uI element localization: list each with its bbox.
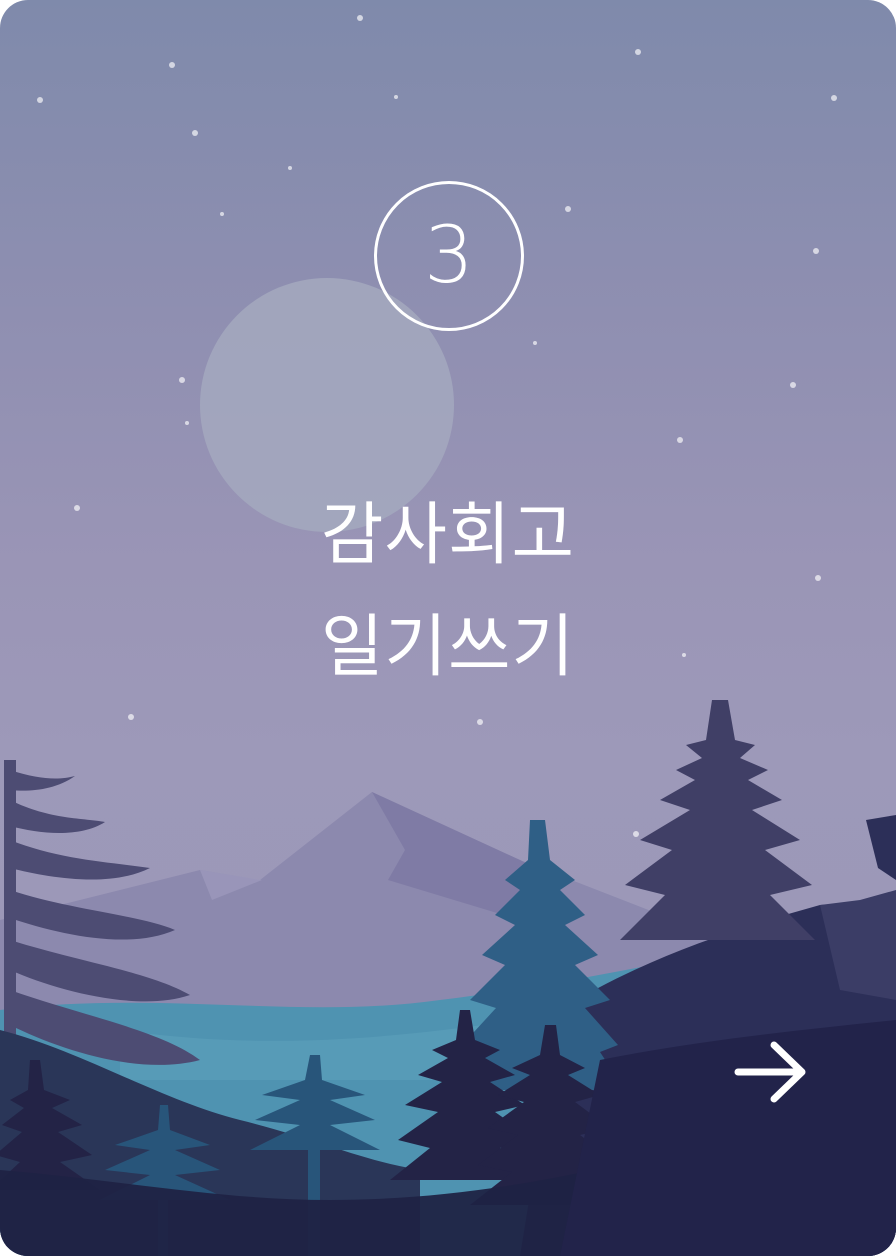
card-title: 감사회고 일기쓰기 [0,480,896,704]
arrow-right-icon [734,1041,806,1103]
title-line-2: 일기쓰기 [320,608,576,687]
next-button[interactable] [722,1030,822,1114]
step-card[interactable]: 3 감사회고 일기쓰기 [0,0,896,1256]
step-number: 3 [424,211,474,301]
title-line-1: 감사회고 [320,496,576,575]
step-number-badge: 3 [374,181,524,331]
